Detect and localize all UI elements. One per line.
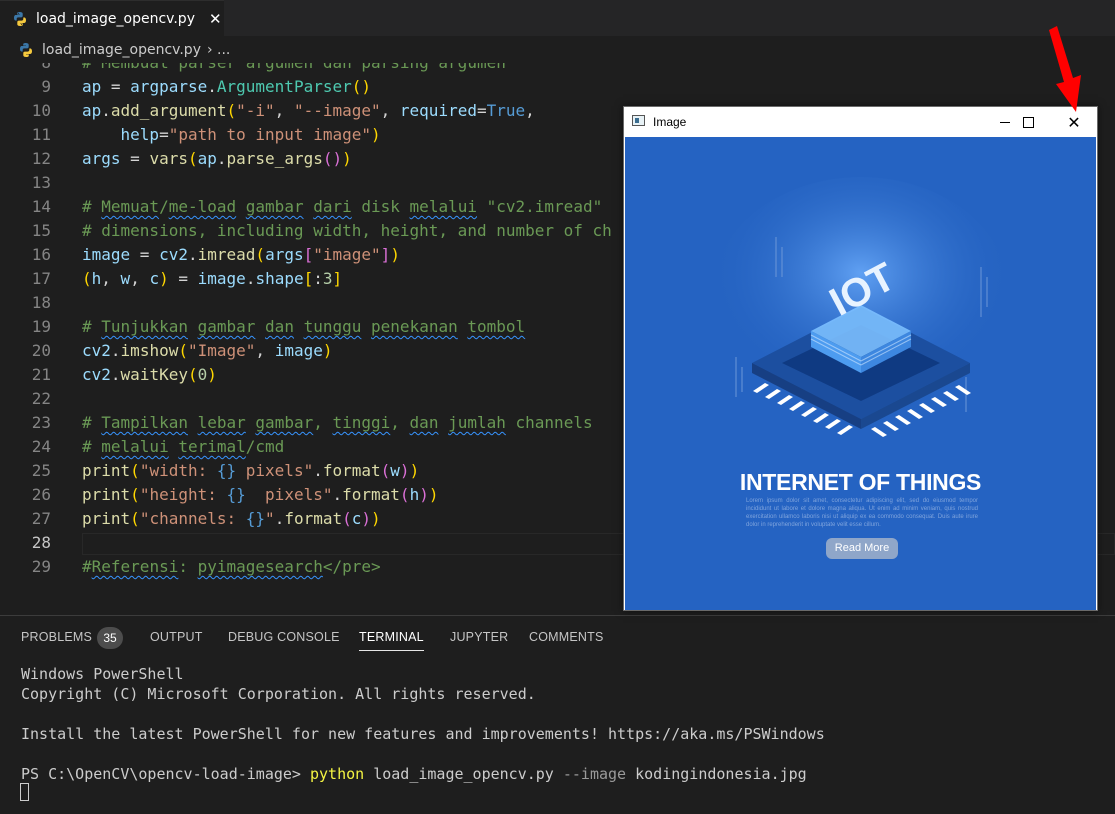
app-window-icon	[632, 115, 645, 126]
line-number: 19	[31, 317, 51, 336]
tab-load-image-opencv[interactable]: load_image_opencv.py ✕	[0, 0, 224, 36]
line-number: 20	[31, 341, 51, 360]
line-number: 24	[31, 437, 51, 456]
problems-count-badge: 35	[97, 627, 123, 649]
code-text: ap.add_argument("-i", "--image", require…	[82, 101, 535, 120]
code-text: # Membuat parser argumen dan parsing arg…	[82, 63, 506, 75]
code-text: # dimensions, including width, height, a…	[82, 221, 612, 240]
code-text: print("width: {} pixels".format(w))	[82, 461, 420, 480]
code-text: #Referensi: pyimagesearch</pre>	[82, 557, 381, 576]
terminal-flag: --image	[562, 765, 627, 783]
tab-debug-console[interactable]: DEBUG CONSOLE	[228, 630, 340, 644]
tab-label: load_image_opencv.py	[36, 10, 195, 27]
image-window-titlebar[interactable]: Image ✕	[624, 107, 1097, 137]
code-text: args = vars(ap.parse_args())	[82, 149, 352, 168]
code-text: print("channels: {}".format(c))	[82, 509, 381, 528]
code-text: cv2.waitKey(0)	[82, 365, 217, 384]
red-arrow-annotation	[1049, 26, 1081, 112]
python-file-icon	[12, 11, 28, 27]
tab-comments[interactable]: COMMENTS	[529, 630, 604, 644]
tab-terminal[interactable]: TERMINAL	[359, 630, 424, 651]
terminal-arg: kodingindonesia.jpg	[626, 765, 807, 783]
iot-poster-image: IOT INTERNET OF THINGS Lorem ipsum dolor…	[625, 137, 1096, 610]
line-number: 22	[31, 389, 51, 408]
chip-pin	[825, 419, 841, 429]
chip-pin	[813, 413, 829, 423]
breadcrumb-rest[interactable]: › ...	[207, 42, 230, 58]
read-more-button: Read More	[826, 538, 898, 559]
line-number: 25	[31, 461, 51, 480]
code-text: image = cv2.imread(args["image"])	[82, 245, 400, 264]
line-number: 14	[31, 197, 51, 216]
line-number: 29	[31, 557, 51, 576]
tab-problems[interactable]: PROBLEMS	[21, 630, 92, 644]
line-number: 23	[31, 413, 51, 432]
breadcrumb: load_image_opencv.py › ...	[0, 37, 1115, 63]
terminal-command-line: PS C:\OpenCV\opencv-load-image> python l…	[21, 764, 807, 784]
python-file-icon	[18, 42, 34, 58]
editor-tab-bar: load_image_opencv.py ✕	[0, 0, 1115, 36]
terminal-arg: load_image_opencv.py	[364, 765, 563, 783]
tab-jupyter[interactable]: JUPYTER	[450, 630, 508, 644]
line-number: 16	[31, 245, 51, 264]
breadcrumb-file[interactable]: load_image_opencv.py	[42, 42, 201, 58]
code-text: cv2.imshow("Image", image)	[82, 341, 333, 360]
code-text: help="path to input image")	[120, 125, 381, 144]
terminal-line: Install the latest PowerShell for new fe…	[21, 725, 825, 743]
terminal-line: Copyright (C) Microsoft Corporation. All…	[21, 685, 536, 703]
line-number: 11	[31, 125, 51, 144]
poster-body-text: Lorem ipsum dolor sit amet, consectetur …	[746, 498, 978, 528]
chip-pin	[871, 427, 887, 437]
code-text: (h, w, c) = image.shape[:3]	[82, 269, 343, 288]
line-number: 27	[31, 509, 51, 528]
chip-pin	[883, 421, 899, 431]
code-text: ap = argparse.ArgumentParser()	[82, 77, 371, 96]
tab-output[interactable]: OUTPUT	[150, 630, 203, 644]
image-window[interactable]: Image ✕ IOT INTERNET OF THINGS Lorem ips…	[623, 106, 1098, 611]
terminal-cursor[interactable]	[20, 783, 29, 801]
line-number: 18	[31, 293, 51, 312]
terminal-line: Windows PowerShell	[21, 665, 184, 683]
image-window-title: Image	[653, 115, 687, 129]
terminal-cmd: python	[309, 765, 365, 783]
code-text: # melalui terimal/cmd	[82, 437, 285, 456]
close-icon[interactable]: ✕	[209, 10, 222, 28]
chip-pin	[837, 425, 853, 435]
line-number: 12	[31, 149, 51, 168]
line-number: 13	[31, 173, 51, 192]
line-number: 17	[31, 269, 51, 288]
line-number: 15	[31, 221, 51, 240]
bottom-panel: PROBLEMS 35 OUTPUT DEBUG CONSOLE TERMINA…	[0, 615, 1115, 814]
code-text: # Memuat/me-load gambar dari disk melalu…	[82, 197, 603, 216]
code-line: 8 # Membuat parser argumen dan parsing ar…	[0, 63, 1115, 75]
panel-tabs: PROBLEMS 35 OUTPUT DEBUG CONSOLE TERMINA…	[0, 616, 1115, 660]
line-number: 28	[31, 533, 51, 552]
chip-pin	[907, 409, 923, 419]
line-number: 21	[31, 365, 51, 384]
code-text: print("height: {} pixels".format(h))	[82, 485, 439, 504]
code-text: # Tampilkan lebar gambar, tinggi, dan ju…	[82, 413, 593, 432]
maximize-icon	[1022, 116, 1034, 128]
code-text: # Tunjukkan gambar dan tunggu penekanan …	[82, 317, 526, 336]
chip-pin	[895, 415, 911, 425]
chip-pin	[955, 385, 971, 395]
terminal-prompt: PS C:\OpenCV\opencv-load-image>	[21, 765, 310, 783]
code-line: 9 ap = argparse.ArgumentParser()	[0, 75, 1115, 99]
line-number: 26	[31, 485, 51, 504]
line-number: 9	[41, 77, 51, 96]
line-number: 10	[31, 101, 51, 120]
poster-title: INTERNET OF THINGS	[739, 469, 982, 495]
line-number: 8	[0, 63, 51, 75]
